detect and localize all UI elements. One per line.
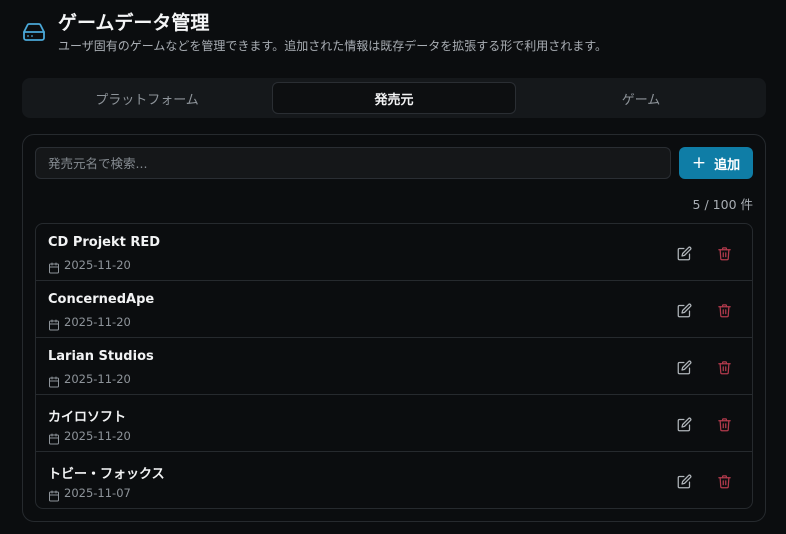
list-item: カイロソフト 2025-11-20 bbox=[36, 395, 752, 452]
edit-icon[interactable] bbox=[674, 357, 694, 377]
plus-icon: + bbox=[691, 152, 707, 173]
calendar-icon bbox=[48, 316, 60, 331]
list-item: ConcernedApe 2025-11-20 bbox=[36, 281, 752, 338]
search-input[interactable] bbox=[35, 147, 671, 179]
publisher-date: 2025-11-20 bbox=[64, 429, 131, 443]
list-item: トビー・フォックス 2025-11-07 bbox=[36, 452, 752, 508]
publisher-date-wrap: 2025-11-20 bbox=[48, 258, 131, 274]
publisher-name: Larian Studios bbox=[48, 349, 154, 364]
calendar-icon bbox=[48, 487, 60, 502]
publisher-name: トビー・フォックス bbox=[48, 467, 165, 482]
publisher-date: 2025-11-07 bbox=[64, 486, 131, 500]
calendar-icon bbox=[48, 430, 60, 445]
list-item: CD Projekt RED 2025-11-20 bbox=[36, 224, 752, 281]
edit-icon[interactable] bbox=[674, 243, 694, 263]
trash-icon[interactable] bbox=[714, 357, 734, 377]
publisher-date-wrap: 2025-11-20 bbox=[48, 429, 131, 445]
page-header: ゲームデータ管理 ユーザ固有のゲームなどを管理できます。追加された情報は既存デー… bbox=[22, 8, 766, 58]
tab-game[interactable]: ゲーム bbox=[520, 82, 762, 114]
trash-icon[interactable] bbox=[714, 243, 734, 263]
edit-icon[interactable] bbox=[674, 471, 694, 491]
item-count: 5 / 100 件 bbox=[692, 197, 753, 212]
publisher-name: ConcernedApe bbox=[48, 292, 155, 307]
publisher-name: CD Projekt RED bbox=[48, 235, 161, 250]
publisher-date-wrap: 2025-11-20 bbox=[48, 372, 131, 388]
trash-icon[interactable] bbox=[714, 414, 734, 434]
calendar-icon bbox=[48, 373, 60, 388]
publisher-name: カイロソフト bbox=[48, 410, 127, 425]
page-title: ゲームデータ管理 bbox=[58, 12, 210, 34]
add-button[interactable]: + 追加 bbox=[679, 147, 753, 179]
publisher-date-wrap: 2025-11-07 bbox=[48, 486, 131, 502]
tab-bar: プラットフォーム 発売元 ゲーム bbox=[22, 78, 766, 118]
publisher-panel: + 追加 5 / 100 件 CD Projekt RED 2025-11-20 bbox=[22, 134, 766, 522]
page-subtitle: ユーザ固有のゲームなどを管理できます。追加された情報は既存データを拡張する形で利… bbox=[58, 39, 608, 53]
publisher-date-wrap: 2025-11-20 bbox=[48, 315, 131, 331]
trash-icon[interactable] bbox=[714, 471, 734, 491]
trash-icon[interactable] bbox=[714, 300, 734, 320]
publisher-date: 2025-11-20 bbox=[64, 315, 131, 329]
edit-icon[interactable] bbox=[674, 300, 694, 320]
tab-platform[interactable]: プラットフォーム bbox=[26, 82, 268, 114]
publisher-date: 2025-11-20 bbox=[64, 258, 131, 272]
publisher-list: CD Projekt RED 2025-11-20 ConcernedApe 2… bbox=[35, 223, 753, 509]
tab-publisher[interactable]: 発売元 bbox=[272, 82, 516, 114]
add-button-label: 追加 bbox=[714, 157, 741, 173]
publisher-date: 2025-11-20 bbox=[64, 372, 131, 386]
calendar-icon bbox=[48, 259, 60, 274]
hard-drive-icon bbox=[22, 20, 46, 44]
list-item: Larian Studios 2025-11-20 bbox=[36, 338, 752, 395]
edit-icon[interactable] bbox=[674, 414, 694, 434]
